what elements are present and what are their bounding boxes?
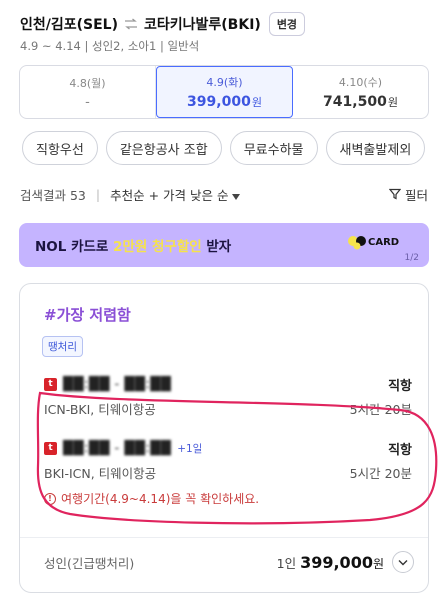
- sort-label: 추천순 + 가격 낮은 순: [110, 187, 229, 203]
- swap-arrows-icon[interactable]: [122, 15, 140, 33]
- plus-day-label: +1일: [177, 442, 203, 455]
- outbound-flight: t ██:██ - ██:██ 직항 ICN-BKI, 티웨이항공 5시간 20…: [44, 374, 412, 418]
- flight-route: BKI-ICN, 티웨이항공: [44, 466, 157, 481]
- date-price: 399,000: [187, 94, 251, 110]
- chip-direct-first[interactable]: 직항우선: [22, 131, 98, 165]
- sort-row: 검색결과 53 | 추천순 + 가격 낮은 순 필터: [20, 184, 428, 204]
- date-selector: 4.8(월) - 4.9(화) 399,000원 4.10(수) 741,500…: [19, 65, 429, 119]
- date-price: -: [85, 94, 90, 110]
- chevron-down-icon: [398, 559, 408, 565]
- nol-card-logo: CARD: [348, 236, 399, 250]
- divider: |: [95, 186, 101, 202]
- filter-chips: 직항우선 같은항공사 조합 무료수하물 새벽출발제외: [22, 131, 426, 165]
- flight-type: 직항: [388, 442, 412, 458]
- flight-route: ICN-BKI, 티웨이항공: [44, 402, 156, 417]
- date-option-selected[interactable]: 4.9(화) 399,000원: [156, 66, 293, 118]
- cheapest-badge: #가장 저렴함: [44, 306, 131, 324]
- travel-period-notice: ! 여행기간(4.9~4.14)을 꼭 확인하세요.: [44, 490, 412, 507]
- promo-banner[interactable]: NOL 카드로 2만원 청구할인 받자 CARD 1/2: [19, 223, 429, 267]
- filter-icon: [388, 188, 401, 200]
- destination-label: 코타키나발루(BKI): [144, 17, 261, 33]
- warning-icon: !: [44, 492, 56, 505]
- flight-duration: 5시간 20분: [349, 402, 412, 417]
- banner-text: NOL 카드로 2만원 청구할인 받자: [35, 235, 231, 255]
- route-header: 인천/김포(SEL) 코타키나발루(BKI) 변경: [20, 12, 306, 36]
- banner-pagination: 1/2: [404, 253, 419, 263]
- tway-airline-icon: t: [44, 441, 57, 455]
- last-minute-tag: 땡처리: [42, 336, 83, 357]
- banner-highlight: 2만원 청구할인: [113, 239, 202, 255]
- date-label: 4.10(수): [338, 76, 383, 89]
- filter-label: 필터: [404, 187, 428, 203]
- date-label: 4.8(월): [69, 76, 106, 90]
- notice-text: 여행기간(4.9~4.14)을 꼭 확인하세요.: [61, 492, 260, 506]
- card-logo-text: CARD: [368, 237, 399, 248]
- origin-label: 인천/김포(SEL): [20, 17, 118, 33]
- date-label: 4.9(화): [206, 76, 243, 89]
- flight-times: ██:██ - ██:██: [63, 440, 172, 456]
- return-flight: t ██:██ - ██:██ +1일 직항 BKI-ICN, 티웨이항공 5시…: [44, 438, 412, 507]
- currency-unit: 원: [251, 96, 262, 109]
- currency-unit: 원: [372, 556, 384, 571]
- flight-result-card[interactable]: #가장 저렴함 땡처리 t ██:██ - ██:██ 직항 ICN-BKI, …: [19, 283, 429, 593]
- banner-text-before: NOL 카드로: [35, 239, 114, 255]
- sort-dropdown[interactable]: 추천순 + 가격 낮은 순: [110, 185, 241, 204]
- date-price: 741,500: [323, 94, 387, 110]
- fare-price: 399,000: [300, 552, 373, 572]
- fare-type: 성인(긴급땡처리): [44, 555, 135, 571]
- chip-exclude-dawn[interactable]: 새벽출발제외: [325, 131, 426, 165]
- tway-airline-icon: t: [44, 377, 57, 391]
- flight-type: 직항: [388, 378, 412, 394]
- filter-button[interactable]: 필터: [388, 185, 428, 204]
- trip-meta: 4.9 ~ 4.14 | 성인2, 소아1 | 일반석: [20, 39, 200, 53]
- date-option-next[interactable]: 4.10(수) 741,500원: [293, 66, 428, 118]
- flight-duration: 5시간 20분: [349, 466, 412, 481]
- results-count: 검색결과 53: [20, 187, 86, 203]
- date-option-prev[interactable]: 4.8(월) -: [20, 66, 156, 118]
- expand-button[interactable]: [392, 551, 414, 573]
- chip-free-baggage[interactable]: 무료수하물: [229, 131, 318, 165]
- fare-unit: 1인: [276, 555, 297, 571]
- currency-unit: 원: [387, 96, 398, 109]
- fare-row: 성인(긴급땡처리) 1인 399,000원: [44, 550, 414, 574]
- chip-same-airline[interactable]: 같은항공사 조합: [105, 131, 222, 165]
- banner-text-after: 받자: [201, 239, 232, 255]
- caret-down-icon: [232, 193, 241, 200]
- flight-times: ██:██ - ██:██: [63, 376, 172, 392]
- change-button[interactable]: 변경: [268, 12, 306, 36]
- card-divider: [20, 537, 428, 538]
